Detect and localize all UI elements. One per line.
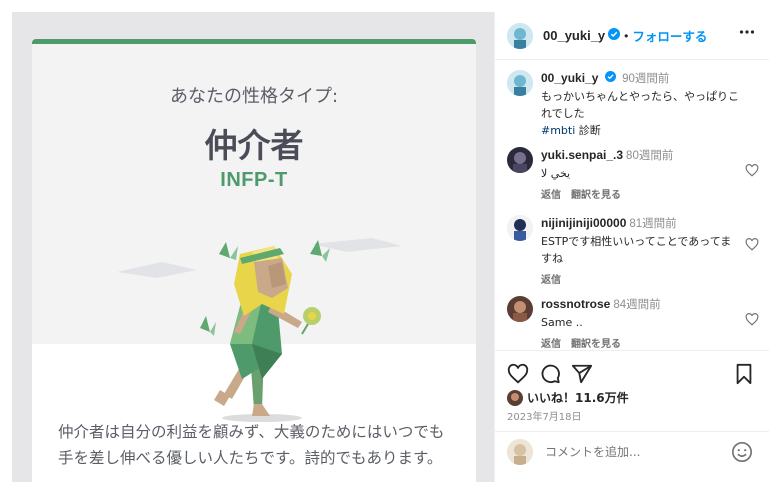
mediator-illustration — [117, 238, 402, 422]
post-header: 00_yuki_y • フォローする — [495, 12, 769, 60]
comment-input[interactable] — [545, 444, 715, 459]
comment-username[interactable]: nijinijiniji00000 — [541, 216, 626, 230]
like-comment-heart-icon[interactable] — [745, 313, 759, 326]
post-side-panel: 00_yuki_y • フォローする 00_yuki_y 90週間前 もっかいち… — [494, 12, 769, 482]
comment-username[interactable]: rossnotrose — [541, 297, 610, 311]
likes-count[interactable]: いいね！11.6万件 — [527, 389, 629, 406]
comment-item: rossnotrose 84週間前 Same .. 返信 翻訳を見る — [507, 296, 763, 350]
comment-time[interactable]: 80週間前 — [626, 150, 673, 162]
commenter-avatar[interactable] — [507, 296, 533, 322]
comment-bubble-icon[interactable] — [539, 363, 561, 385]
reply-button[interactable]: 返信 — [541, 275, 561, 286]
comment-item: yuki.senpai_.3 80週間前 يخي لا 返信 翻訳を見る — [507, 147, 763, 201]
author-avatar[interactable] — [507, 22, 533, 49]
comment-body: yuki.senpai_.3 80週間前 يخي لا 返信 翻訳を見る — [541, 147, 741, 204]
save-bookmark-icon[interactable] — [733, 363, 755, 385]
verified-badge-icon — [604, 70, 616, 87]
caption-body: 00_yuki_y 90週間前 もっかいちゃんとやったら、やっぱりこれでした #… — [541, 70, 741, 139]
caption-text: もっかいちゃんとやったら、やっぱりこれでした — [541, 90, 739, 120]
comment-username[interactable]: yuki.senpai_.3 — [541, 148, 623, 162]
separator-dot: • — [624, 28, 629, 43]
more-options-icon[interactable] — [739, 24, 755, 45]
type-name: 仲介者 — [204, 126, 304, 165]
reply-button[interactable]: 返信 — [541, 190, 561, 201]
reply-button[interactable]: 返信 — [541, 339, 561, 350]
author-username[interactable]: 00_yuki_y — [543, 28, 605, 43]
like-comment-heart-icon[interactable] — [745, 164, 759, 177]
personality-card: あなたの性格タイプ: 仲介者 INFP-T 仲介者は自分の利益を顧みず、大義のた… — [32, 39, 476, 482]
type-description: 仲介者は自分の利益を顧みず、大義のためにはいつでも手を差し伸べる優しい人たちです… — [58, 423, 445, 467]
post-date: 2023年7月18日 — [507, 412, 582, 423]
see-translation-button[interactable]: 翻訳を見る — [571, 190, 621, 201]
caption-text-after: 診断 — [575, 124, 601, 137]
current-user-avatar — [507, 438, 533, 465]
share-paper-plane-icon[interactable] — [571, 363, 593, 385]
comment-time[interactable]: 81週間前 — [629, 218, 676, 230]
caption-avatar[interactable] — [507, 70, 533, 96]
likes-row[interactable]: いいね！11.6万件 — [507, 389, 629, 406]
commenter-avatar[interactable] — [507, 215, 533, 241]
comment-body: nijinijiniji00000 81週間前 ESTPです相性いいってことであっ… — [541, 215, 741, 289]
comment-item: nijinijiniji00000 81週間前 ESTPです相性いいってことであっ… — [507, 215, 763, 286]
hashtag-link[interactable]: #mbti — [541, 124, 575, 137]
emoji-smiley-icon[interactable] — [731, 441, 753, 463]
caption-username[interactable]: 00_yuki_y — [541, 71, 598, 85]
caption-time[interactable]: 90週間前 — [622, 73, 669, 85]
caption: 00_yuki_y 90週間前 もっかいちゃんとやったら、やっぱりこれでした #… — [507, 70, 763, 137]
add-comment-bar — [495, 431, 769, 471]
comment-text: ESTPです相性いいってことであってますね — [541, 235, 732, 265]
liker-avatar — [507, 389, 523, 406]
verified-badge-icon — [608, 27, 621, 45]
commenter-avatar[interactable] — [507, 147, 533, 173]
like-heart-icon[interactable] — [507, 363, 529, 385]
see-translation-button[interactable]: 翻訳を見る — [571, 339, 621, 350]
post-media[interactable]: あなたの性格タイプ: 仲介者 INFP-T 仲介者は自分の利益を顧みず、大義のた… — [12, 12, 494, 482]
follow-button[interactable]: フォローする — [632, 26, 707, 45]
type-label: あなたの性格タイプ: — [169, 86, 339, 107]
post-action-bar: いいね！11.6万件 2023年7月18日 — [495, 350, 769, 468]
comment-text: Same .. — [541, 316, 583, 329]
like-comment-heart-icon[interactable] — [745, 238, 759, 251]
comment-body: rossnotrose 84週間前 Same .. 返信 翻訳を見る — [541, 296, 741, 353]
type-code: INFP-T — [220, 169, 288, 191]
comment-text: يخي لا — [541, 167, 571, 180]
comment-time[interactable]: 84週間前 — [613, 299, 660, 311]
